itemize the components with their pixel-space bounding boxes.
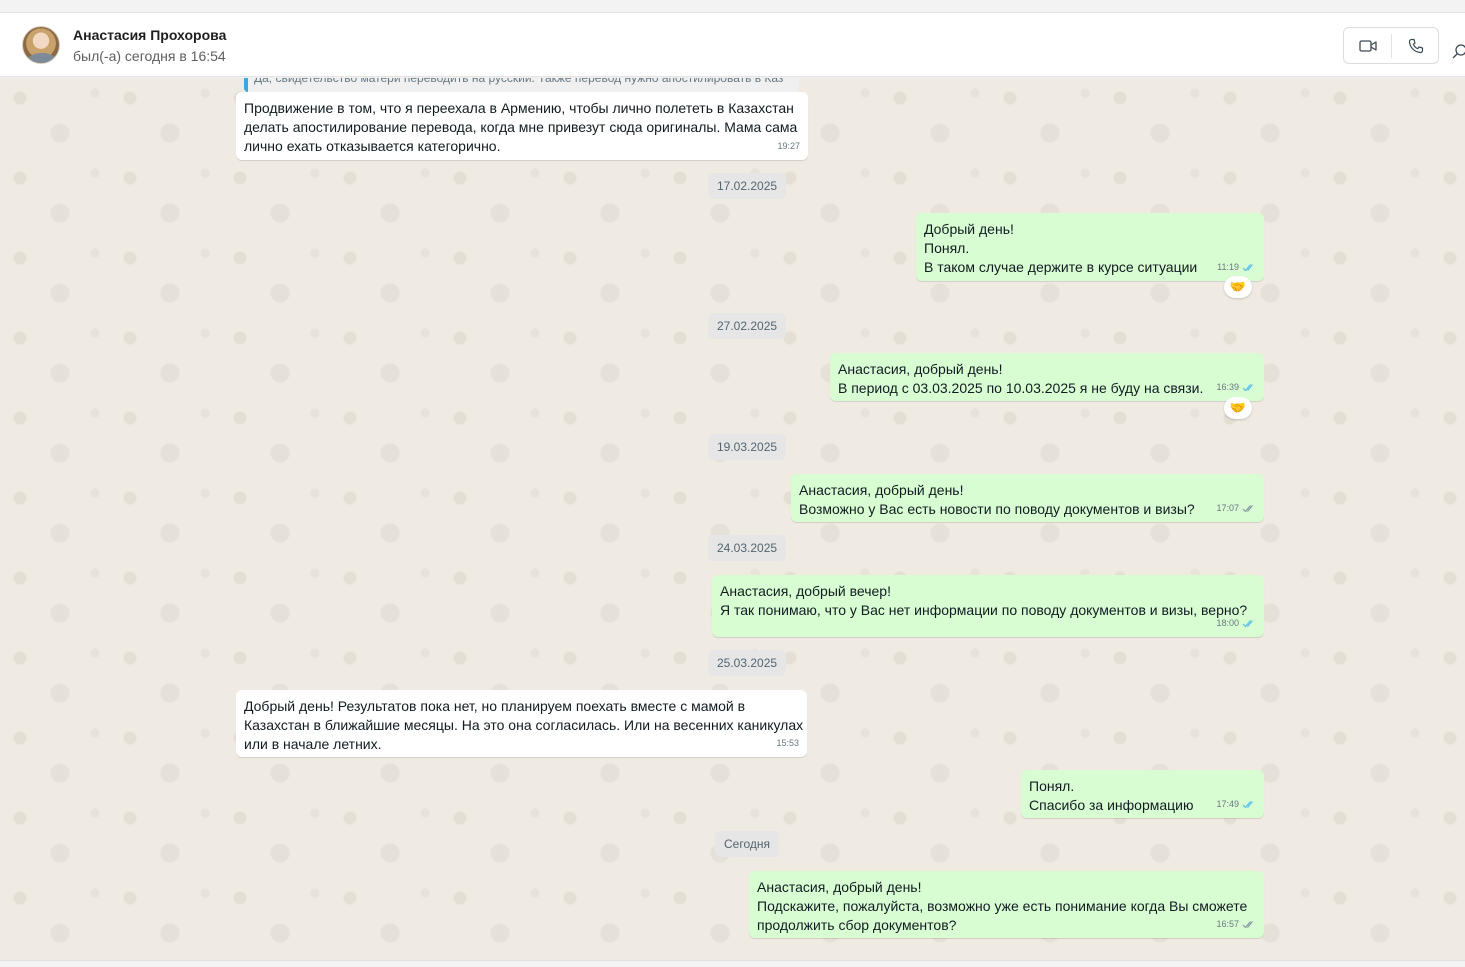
message-line: Анастасия, добрый вечер! [720, 583, 891, 599]
handshake-icon: 🤝 [1229, 400, 1247, 415]
delivered-ticks-icon [1242, 921, 1253, 929]
chat-header: Анастасия Прохорова был(-а) сегодня в 16… [0, 13, 1465, 77]
message-bubble-outgoing[interactable]: Понял. Спасибо за информацию 17:49 [1021, 770, 1264, 818]
message-line: Анастасия, добрый день! [757, 879, 922, 895]
message-line: Казахстан в ближайшие месяцы. На это она… [244, 717, 804, 733]
message-line: В таком случае держите в курсе ситуации [924, 259, 1198, 275]
message-bubble-outgoing[interactable]: Анастасия, добрый день! В период с 03.03… [830, 353, 1264, 401]
search-icon [1452, 44, 1465, 59]
message-line: Подскажите, пожалуйста, возможно уже ест… [757, 898, 1248, 914]
message-line: Я так понимаю, что у Вас нет информации … [720, 602, 1248, 618]
message-time: 16:39 [1216, 382, 1239, 392]
search-button[interactable] [1452, 43, 1465, 63]
message-bubble-incoming[interactable]: Добрый день! Результатов пока нет, но пл… [236, 690, 807, 757]
message-line: Понял. [924, 240, 970, 256]
message-line: Анастасия, добрый день! [838, 361, 1003, 377]
quoted-message[interactable]: Да, свидетельство матери переводить на р… [244, 78, 799, 92]
voice-call-icon [1408, 38, 1423, 53]
message-bubble-outgoing[interactable]: Добрый день! Понял. В таком случае держи… [916, 213, 1264, 281]
message-line: Добрый день! Результатов пока нет, но пл… [244, 698, 746, 714]
message-line: Понял. [1029, 778, 1075, 794]
message-bubble-incoming[interactable]: Продвижение в том, что я переехала в Арм… [236, 92, 808, 160]
read-ticks-icon [1242, 264, 1253, 272]
delivered-ticks-icon [1242, 505, 1253, 513]
read-ticks-icon [1242, 801, 1253, 809]
read-ticks-icon [1242, 620, 1253, 628]
handshake-icon: 🤝 [1229, 279, 1247, 294]
date-separator: 24.03.2025 [708, 535, 787, 561]
reaction-badge[interactable]: 🤝 [1224, 397, 1252, 419]
message-time: 19:27 [777, 141, 800, 151]
message-bubble-outgoing[interactable]: Анастасия, добрый день! Подскажите, пожа… [749, 871, 1264, 938]
message-time: 16:57 [1216, 919, 1239, 929]
date-separator: 27.02.2025 [708, 313, 787, 339]
read-ticks-icon [1242, 384, 1253, 392]
reaction-badge[interactable]: 🤝 [1224, 276, 1252, 298]
message-time: 11:19 [1217, 262, 1239, 272]
message-bubble-outgoing[interactable]: Анастасия, добрый вечер! Я так понимаю, … [712, 575, 1264, 637]
date-separator: 25.03.2025 [708, 650, 787, 676]
message-time: 17:49 [1216, 799, 1239, 809]
date-separator: 19.03.2025 [708, 434, 787, 460]
message-line: лично ехать отказывается категорично. [244, 138, 501, 154]
message-time: 15:53 [776, 738, 799, 748]
message-line: В период с 03.03.2025 по 10.03.2025 я не… [838, 380, 1204, 396]
message-line: Возможно у Вас есть новости по поводу до… [799, 501, 1195, 517]
message-time: 17:07 [1216, 503, 1239, 513]
message-time: 18:00 [1216, 618, 1239, 628]
call-buttons-group [1343, 27, 1439, 64]
contact-name[interactable]: Анастасия Прохорова [73, 27, 226, 43]
message-line: Анастасия, добрый день! [799, 482, 964, 498]
message-line: Продвижение в том, что я переехала в Арм… [244, 100, 794, 116]
contact-avatar[interactable] [22, 26, 60, 64]
video-call-button[interactable] [1344, 28, 1391, 63]
message-bubble-outgoing[interactable]: Анастасия, добрый день! Возможно у Вас е… [791, 474, 1264, 522]
message-line: продолжить сбор документов? [757, 917, 957, 933]
contact-status: был(-а) сегодня в 16:54 [73, 48, 226, 64]
message-line: делать апостилирование перевода, когда м… [244, 119, 798, 135]
message-line: Добрый день! [924, 221, 1014, 237]
message-line: или в начале летних. [244, 736, 382, 752]
video-call-icon [1358, 39, 1377, 52]
date-separator: Сегодня [715, 831, 779, 857]
date-separator: 17.02.2025 [708, 173, 787, 199]
voice-call-button[interactable] [1392, 28, 1439, 63]
window-title-strip [0, 0, 1465, 13]
